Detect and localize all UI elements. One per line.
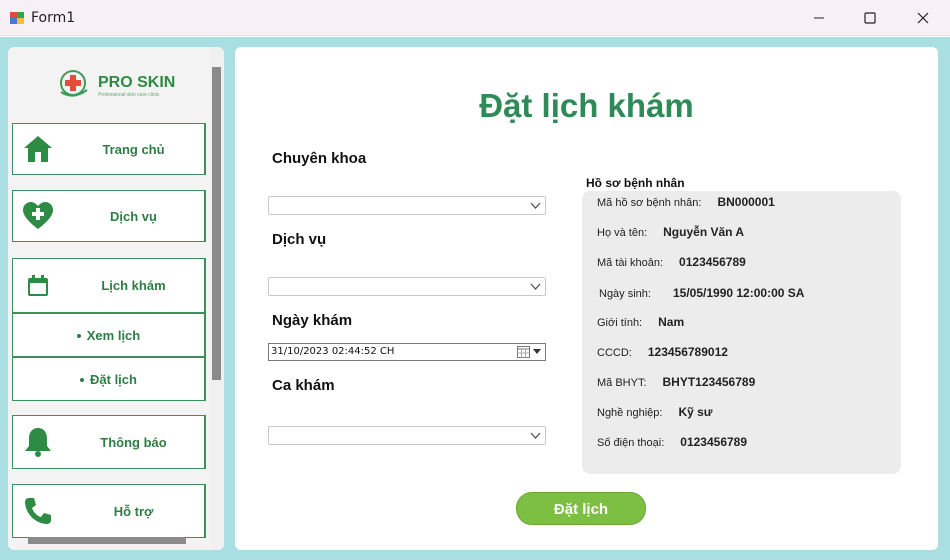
close-button[interactable]	[899, 0, 947, 36]
date-picker[interactable]: 31/10/2023 02:44:52 CH	[268, 343, 546, 361]
calendar-icon	[21, 269, 55, 303]
sidebar-item-book[interactable]: Đặt lịch	[12, 357, 206, 401]
logo-tagline: Professional skin care clinic	[98, 92, 160, 98]
sidebar-subitem-label: Đặt lịch	[13, 372, 204, 387]
close-icon	[917, 12, 929, 24]
profile-row-insurance-id: Mã BHYT: BHYT123456789	[597, 375, 756, 389]
profile-row-phone: Số điện thoại: 0123456789	[597, 435, 748, 449]
maximize-icon	[864, 12, 876, 24]
chevron-down-icon	[530, 432, 541, 439]
book-appointment-button[interactable]: Đặt lịch	[516, 492, 646, 525]
profile-row-gender: Giới tính: Nam	[597, 315, 685, 329]
service-label: Dịch vụ	[272, 231, 327, 248]
date-label: Ngày khám	[272, 312, 353, 329]
window-title: Form1	[31, 10, 76, 26]
clinic-logo: PRO SKIN Professional skin care clinic	[58, 70, 178, 104]
profile-heading: Hồ sơ bệnh nhân	[586, 176, 685, 190]
shift-select[interactable]	[268, 426, 546, 445]
chevron-down-icon	[530, 283, 541, 290]
dropdown-arrow-icon[interactable]	[533, 349, 541, 354]
sidebar-item-label: Dịch vụ	[110, 208, 157, 224]
sidebar-item-view-schedule[interactable]: Xem lịch	[12, 313, 206, 357]
sidebar-horizontal-scroll-thumb[interactable]	[28, 537, 186, 544]
app-icon	[10, 12, 24, 24]
sidebar-item-label: Lịch khám	[101, 278, 166, 293]
sidebar-scroll-thumb[interactable]	[212, 67, 221, 380]
minimize-icon	[814, 17, 824, 19]
minimize-button[interactable]	[795, 0, 843, 36]
logo-name: PRO SKIN	[98, 74, 176, 91]
bullet-icon	[80, 378, 85, 383]
profile-row-citizen-id: CCCD: 123456789012	[597, 345, 728, 359]
profile-row-full-name: Họ và tên: Nguyễn Văn A	[597, 225, 745, 239]
booking-panel: Đặt lịch khám Chuyên khoa Dịch vụ Ngày k…	[235, 47, 938, 550]
window-content: PRO SKIN Professional skin care clinic T…	[0, 37, 950, 560]
profile-row-occupation: Nghề nghiệp: Kỹ sư	[597, 405, 713, 419]
calendar-icon[interactable]	[517, 346, 530, 358]
profile-row-account-id: Mã tài khoản: 0123456789	[597, 255, 746, 269]
maximize-button[interactable]	[846, 0, 894, 36]
service-select[interactable]	[268, 277, 546, 296]
page-title: Đặt lịch khám	[479, 87, 694, 124]
profile-row-record-id: Mã hồ sơ bệnh nhân: BN000001	[597, 195, 775, 209]
date-value: 31/10/2023 02:44:52 CH	[271, 346, 395, 357]
chevron-down-icon	[530, 202, 541, 209]
logo-icon	[60, 70, 88, 97]
sidebar-item-support[interactable]: Hỗ trợ	[12, 484, 206, 538]
specialty-label: Chuyên khoa	[272, 150, 367, 167]
home-icon	[21, 132, 55, 166]
sidebar-subitem-label: Xem lịch	[13, 328, 204, 343]
profile-row-birthdate: Ngày sinh: 15/05/1990 12:00:00 SA	[599, 286, 805, 300]
window-titlebar: Form1	[0, 0, 950, 36]
bell-icon	[21, 425, 55, 459]
sidebar-item-label: Trang chủ	[102, 141, 165, 157]
sidebar: PRO SKIN Professional skin care clinic T…	[8, 47, 224, 550]
sidebar-item-label: Thông báo	[100, 434, 167, 450]
sidebar-item-home[interactable]: Trang chủ	[12, 123, 206, 175]
bullet-icon	[76, 334, 81, 339]
sidebar-item-appointments[interactable]: Lịch khám	[12, 258, 206, 313]
sidebar-item-label: Hỗ trợ	[113, 503, 154, 519]
phone-icon	[21, 494, 55, 528]
heart-plus-icon	[21, 199, 55, 233]
shift-label: Ca khám	[272, 377, 335, 394]
sidebar-item-services[interactable]: Dịch vụ	[12, 190, 206, 242]
specialty-select[interactable]	[268, 196, 546, 215]
sidebar-item-notifications[interactable]: Thông báo	[12, 415, 206, 469]
